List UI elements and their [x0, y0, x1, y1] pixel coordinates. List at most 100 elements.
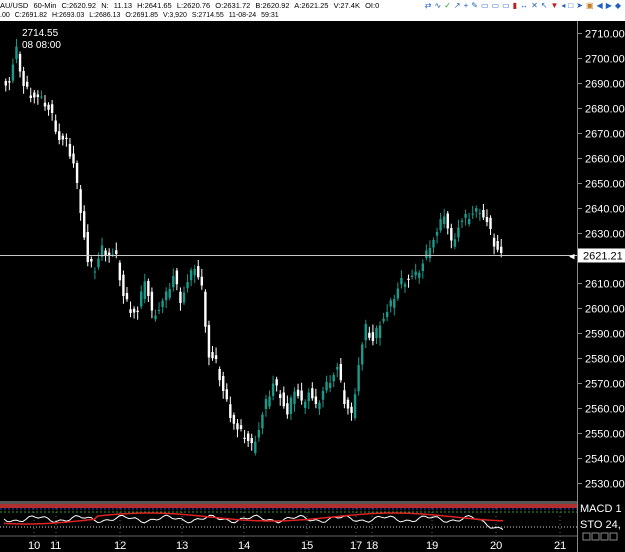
candle-body [389, 300, 392, 307]
next-icon[interactable]: ▶ [606, 0, 612, 11]
trend-icon[interactable]: ↗ [454, 0, 461, 11]
candle-body [328, 383, 332, 388]
candle-body [161, 300, 164, 307]
check-icon[interactable]: ✓ [444, 0, 451, 11]
info-field: O:2691.85 [125, 12, 159, 19]
arrows-icon-2[interactable]: ↔ [520, 0, 528, 11]
hover-price: 2714.55 [22, 28, 59, 39]
candle-body [136, 310, 139, 312]
prev-icon[interactable]: ◀ [597, 0, 603, 11]
y-tick-label: 2610.00 [585, 279, 625, 291]
candle-body [357, 365, 360, 392]
bottle-icon[interactable]: ▮ [513, 0, 517, 11]
candle-body [172, 276, 175, 288]
candle-body [268, 396, 271, 407]
candle-body [339, 364, 343, 381]
candle-body [336, 367, 339, 370]
adjust-icon[interactable]: ◆ [615, 0, 621, 11]
candle-body [421, 263, 425, 271]
candle-body [264, 399, 268, 409]
candle-body [467, 219, 471, 224]
y-tick-label: 2690.00 [585, 79, 625, 91]
open-interest-value: OI:0 [365, 1, 380, 10]
box-icon-3[interactable]: ▭ [502, 0, 510, 11]
candle-body [4, 81, 7, 86]
panel-button[interactable] [600, 532, 609, 541]
panel-button[interactable] [582, 532, 591, 541]
panel-button[interactable] [591, 532, 600, 541]
current-price-label: 2621.21 [583, 250, 623, 262]
candle-body [243, 437, 246, 439]
candle-body [82, 211, 86, 238]
candle-body [65, 137, 68, 139]
box-icon[interactable]: ▭ [481, 0, 489, 11]
x-tick-label: 18 [366, 540, 378, 552]
candle-body [393, 299, 396, 308]
quote-fields: AU/USD 60-Min C:2620.92 N: 11.13 H:2641.… [0, 1, 382, 10]
candle-body [239, 425, 243, 429]
y-tick-label: 2600.00 [585, 304, 625, 316]
y-tick-label: 2650.00 [585, 179, 625, 191]
y-tick-label: 2640.00 [585, 204, 625, 216]
candle-body [11, 64, 15, 81]
candle-body [442, 216, 446, 224]
cross-icon[interactable]: ✕ [531, 0, 538, 11]
signal-line [3, 512, 504, 525]
candle-body [257, 430, 261, 438]
pencil-icon[interactable]: ✎ [471, 0, 478, 11]
info-field: 59:31 [261, 12, 279, 19]
candle-body [361, 344, 364, 365]
wave-icon[interactable]: ∿ [435, 0, 442, 11]
box-icon-2[interactable]: ▭ [492, 0, 500, 11]
candle-body [325, 381, 328, 391]
indicator-panel [0, 501, 577, 530]
candle-body [489, 217, 492, 229]
x-tick-label: 19 [426, 540, 438, 552]
candle-body [382, 318, 385, 322]
candle-body [175, 270, 179, 285]
arrows-icon[interactable]: ⇄ [425, 0, 432, 11]
candle-body [332, 375, 335, 382]
panel-button[interactable] [609, 532, 618, 541]
y-tick-label: 2580.00 [585, 354, 625, 366]
candle-body [225, 389, 228, 400]
candle-body [157, 310, 161, 311]
lock-icon[interactable]: ▣ [586, 0, 594, 11]
candle-body [364, 324, 367, 341]
candle-body [435, 232, 439, 236]
info-field: H:2693.03 [51, 12, 85, 19]
candle-body [368, 332, 371, 338]
candle-body [218, 369, 221, 381]
candle-body [432, 240, 435, 248]
candle-body [496, 241, 499, 250]
candle-body [453, 239, 457, 247]
candle-body [147, 281, 150, 296]
candle-body [72, 153, 75, 164]
cursor-icon[interactable]: ↖ [541, 0, 548, 11]
left-arrow-icon[interactable]: ◂ [561, 0, 565, 11]
close-value: C:2620.92 [61, 1, 97, 10]
candle-body [193, 269, 196, 276]
candle-body [414, 271, 417, 276]
y-tick-label: 2680.00 [585, 104, 625, 116]
pointer-icon[interactable]: ➤ [576, 0, 583, 11]
candle-body [90, 259, 93, 262]
symbol-label: AU/USD [0, 1, 29, 10]
candle-body [207, 325, 211, 358]
candle-body [321, 391, 325, 400]
candle-body [125, 293, 129, 300]
candle-body [271, 383, 275, 396]
price-chart[interactable]: 2530.00 2540.00 2550.00 2560.00 2570.00 2580.… [0, 21, 625, 552]
plus-icon[interactable]: + [464, 0, 469, 11]
square-icon[interactable]: □ [568, 0, 573, 11]
candle-body [300, 390, 303, 401]
indicator-buttons [582, 532, 618, 541]
down-arrow-icon[interactable]: ▼ [550, 0, 558, 11]
candle-body [58, 131, 61, 140]
y-tick-label: 2550.00 [585, 429, 625, 441]
candle-body [396, 288, 400, 299]
open-value: O:2631.72 [215, 1, 251, 10]
candle-body [22, 71, 25, 86]
candle-body [140, 291, 143, 307]
candle-body [289, 397, 293, 414]
